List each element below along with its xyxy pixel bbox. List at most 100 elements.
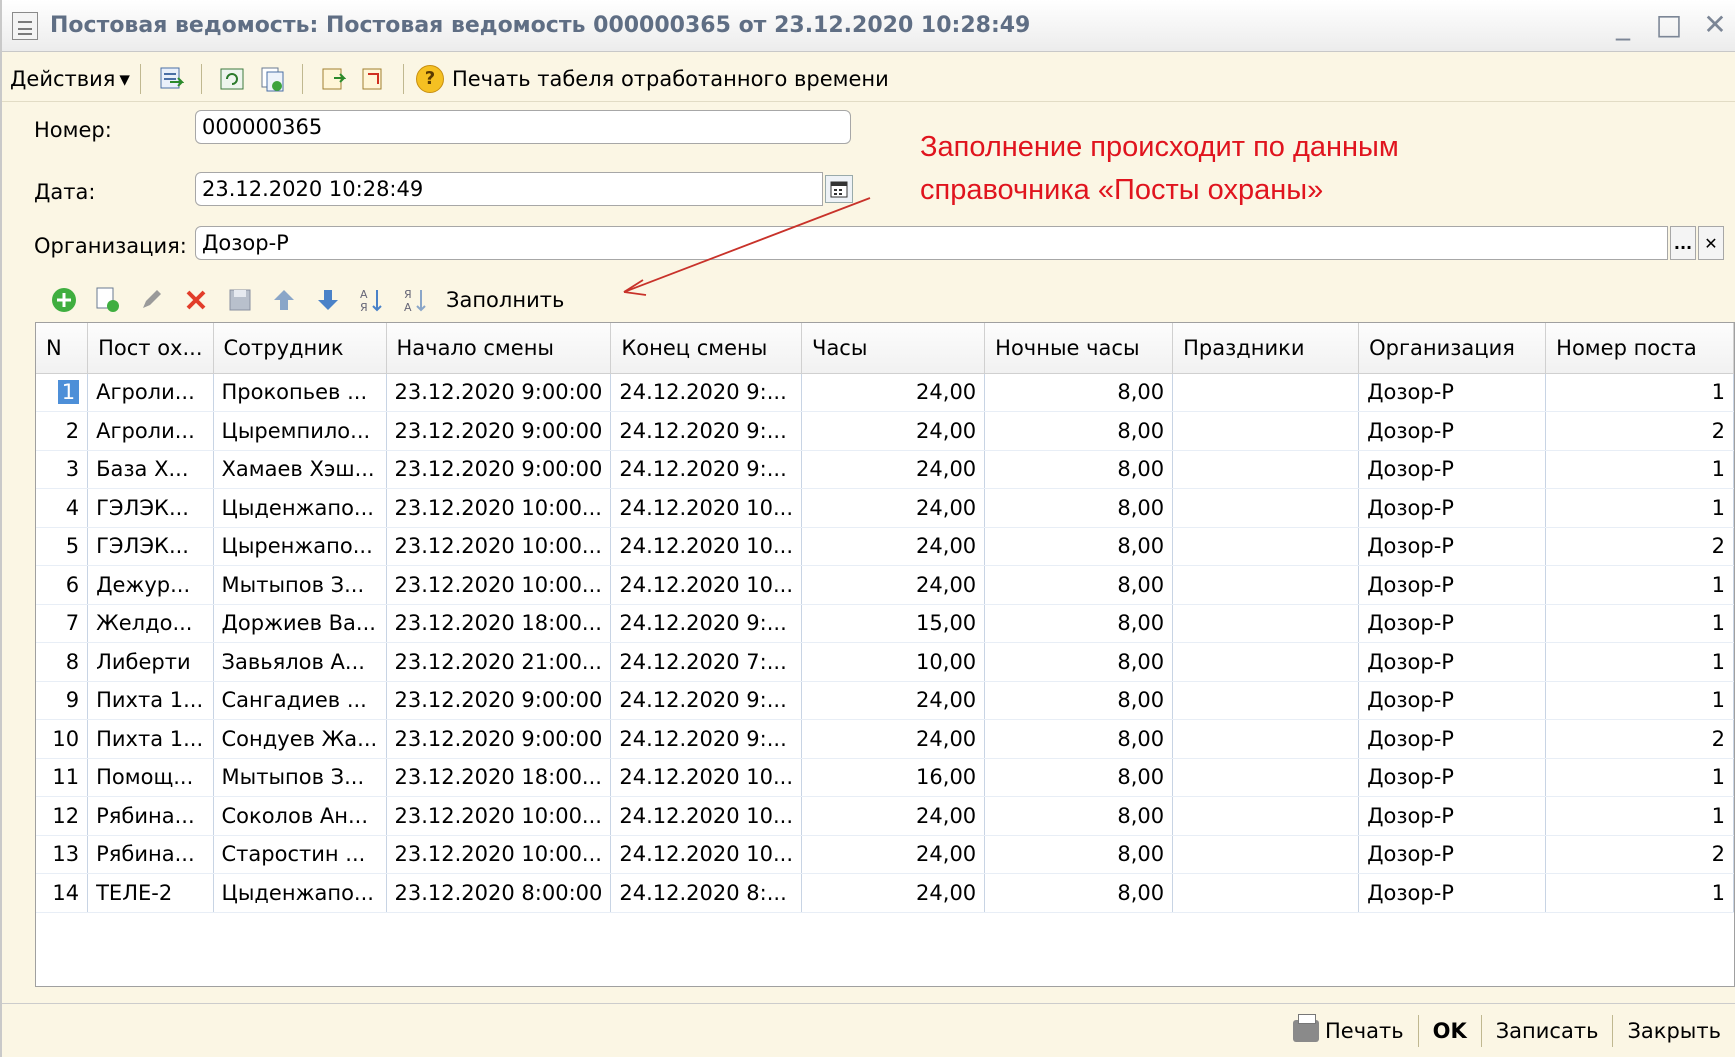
column-header[interactable]: Часы	[801, 323, 986, 374]
table-cell[interactable]: Агроли...	[87, 411, 214, 451]
table-cell[interactable]: База Х...	[87, 450, 214, 489]
table-cell[interactable]: 8,00	[984, 642, 1174, 682]
table-cell[interactable]: 8,00	[984, 873, 1174, 913]
move-down-icon[interactable]	[314, 286, 342, 314]
column-header[interactable]: Праздники	[1172, 323, 1360, 374]
table-cell[interactable]: 16,00	[801, 758, 986, 797]
table-cell[interactable]: 8,00	[984, 835, 1174, 874]
table-cell[interactable]: 1	[1545, 604, 1734, 643]
table-row[interactable]: 13 Рябина... Старостин ... 23.12.2020 10:00…	[36, 835, 1734, 874]
table-cell[interactable]: 23.12.2020 18:00...	[386, 604, 612, 643]
table-cell[interactable]: 24,00	[801, 373, 986, 412]
table-cell[interactable]: 1	[1545, 873, 1734, 913]
table-cell[interactable]	[1172, 873, 1360, 913]
ok-button[interactable]: OK	[1419, 1019, 1481, 1043]
table-cell[interactable]: 24,00	[801, 411, 986, 451]
table-cell[interactable]: Цыденжапо...	[213, 488, 387, 528]
table-cell[interactable]	[1172, 758, 1360, 797]
move-up-icon[interactable]	[270, 286, 298, 314]
table-cell[interactable]: 24.12.2020 8:...	[610, 873, 803, 913]
table-cell[interactable]: 2	[1545, 719, 1734, 759]
table-cell[interactable]: 23.12.2020 10:00...	[386, 835, 612, 874]
table-cell[interactable]: 23.12.2020 18:00...	[386, 758, 612, 797]
table-cell[interactable]: 24.12.2020 9:...	[610, 604, 803, 643]
table-cell[interactable]	[1172, 719, 1360, 759]
table-cell[interactable]	[1172, 373, 1360, 412]
table-cell[interactable]: Пихта 1...	[87, 681, 214, 720]
print-button[interactable]: Печать	[1279, 1013, 1418, 1043]
table-cell[interactable]: 14	[36, 873, 89, 913]
column-header[interactable]: Конец смены	[610, 323, 803, 374]
table-cell[interactable]: Дозор-Р	[1358, 604, 1547, 643]
table-cell[interactable]: 8,00	[984, 450, 1174, 489]
table-cell[interactable]: 8,00	[984, 488, 1174, 528]
minimize-button[interactable]: _	[1609, 8, 1637, 42]
select-button[interactable]: ...	[1670, 226, 1696, 260]
print-timesheet-button[interactable]: Печать табеля отработанного времени	[452, 67, 889, 91]
table-cell[interactable]: 24.12.2020 9:...	[610, 373, 803, 412]
table-cell[interactable]	[1172, 565, 1360, 605]
table-cell[interactable]: ГЭЛЭК...	[87, 488, 214, 528]
table-cell[interactable]: Завьялов А...	[213, 642, 387, 682]
table-cell[interactable]: 2	[1545, 411, 1734, 451]
table-cell[interactable]: 24.12.2020 10...	[610, 488, 803, 528]
close-button[interactable]: ✕	[1701, 8, 1729, 42]
table-cell[interactable]: Дозор-Р	[1358, 758, 1547, 797]
table-cell[interactable]: Дозор-Р	[1358, 373, 1547, 412]
table-cell[interactable]: Рябина...	[87, 796, 214, 836]
table-row[interactable]: 8 Либерти Завьялов А... 23.12.2020 21:00...…	[36, 642, 1734, 682]
table-cell[interactable]: Дозор-Р	[1358, 796, 1547, 836]
table-cell[interactable]: 24.12.2020 10...	[610, 527, 803, 566]
table-cell[interactable]: 1	[1545, 565, 1734, 605]
table-cell[interactable]: 6	[36, 565, 89, 605]
table-row[interactable]: 3 База Х... Хамаев Хэш... 23.12.2020 9:00:0…	[36, 450, 1734, 489]
table-cell[interactable]: 24.12.2020 9:...	[610, 681, 803, 720]
table-cell[interactable]: 23.12.2020 9:00:00	[386, 719, 612, 759]
table-cell[interactable]: 23.12.2020 10:00...	[386, 488, 612, 528]
table-cell[interactable]: 15,00	[801, 604, 986, 643]
table-cell[interactable]: Дозор-Р	[1358, 411, 1547, 451]
table-cell[interactable]: Прокопьев ...	[213, 373, 387, 412]
table-cell[interactable]: 1	[1545, 758, 1734, 797]
table-cell[interactable]: 7	[36, 604, 89, 643]
table-cell[interactable]: Дозор-Р	[1358, 527, 1547, 566]
table-cell[interactable]	[1172, 450, 1360, 489]
table-cell[interactable]: 24,00	[801, 450, 986, 489]
column-header[interactable]: Организация	[1358, 323, 1547, 374]
table-cell[interactable]: Агроли...	[87, 373, 214, 412]
table-cell[interactable]: 24.12.2020 10...	[610, 758, 803, 797]
table-cell[interactable]: 1	[1545, 681, 1734, 720]
table-cell[interactable]: Дозор-Р	[1358, 488, 1547, 528]
table-cell[interactable]: 8,00	[984, 604, 1174, 643]
table-cell[interactable]: 13	[36, 835, 89, 874]
table-cell[interactable]: Дозор-Р	[1358, 719, 1547, 759]
table-cell[interactable]	[1172, 796, 1360, 836]
table-cell[interactable]: 8,00	[984, 758, 1174, 797]
table-cell[interactable]: 24.12.2020 10...	[610, 565, 803, 605]
table-cell[interactable]: Старостин ...	[213, 835, 387, 874]
table-cell[interactable]: 23.12.2020 21:00...	[386, 642, 612, 682]
copy-document-icon[interactable]	[258, 65, 286, 93]
table-cell[interactable]	[1172, 835, 1360, 874]
table-cell[interactable]	[1172, 488, 1360, 528]
table-row[interactable]: 2 Агроли... Цыремпило... 23.12.2020 9:00:00…	[36, 411, 1734, 451]
table-cell[interactable]: 24.12.2020 9:...	[610, 719, 803, 759]
table-cell[interactable]: Помощ...	[87, 758, 214, 797]
table-cell[interactable]: 1	[36, 373, 89, 412]
table-cell[interactable]: 3	[36, 450, 89, 489]
table-cell[interactable]: Цыренжапо...	[213, 527, 387, 566]
table-cell[interactable]: 24,00	[801, 719, 986, 759]
table-row[interactable]: 11 Помощ... Мытыпов З... 23.12.2020 18:00..…	[36, 758, 1734, 797]
date-field[interactable]: 23.12.2020 10:28:49	[195, 172, 823, 206]
table-cell[interactable]: 23.12.2020 8:00:00	[386, 873, 612, 913]
table-cell[interactable]: Сангадиев ...	[213, 681, 387, 720]
table-cell[interactable]: 8,00	[984, 565, 1174, 605]
table-cell[interactable]: Доржиев Ва...	[213, 604, 387, 643]
table-cell[interactable]: 8,00	[984, 719, 1174, 759]
table-cell[interactable]: Мытыпов З...	[213, 758, 387, 797]
table-cell[interactable]: 4	[36, 488, 89, 528]
table-row[interactable]: 4 ГЭЛЭК... Цыденжапо... 23.12.2020 10:00...…	[36, 488, 1734, 528]
table-cell[interactable]: 23.12.2020 9:00:00	[386, 681, 612, 720]
table-cell[interactable]: 8,00	[984, 796, 1174, 836]
table-cell[interactable]: 8,00	[984, 373, 1174, 412]
